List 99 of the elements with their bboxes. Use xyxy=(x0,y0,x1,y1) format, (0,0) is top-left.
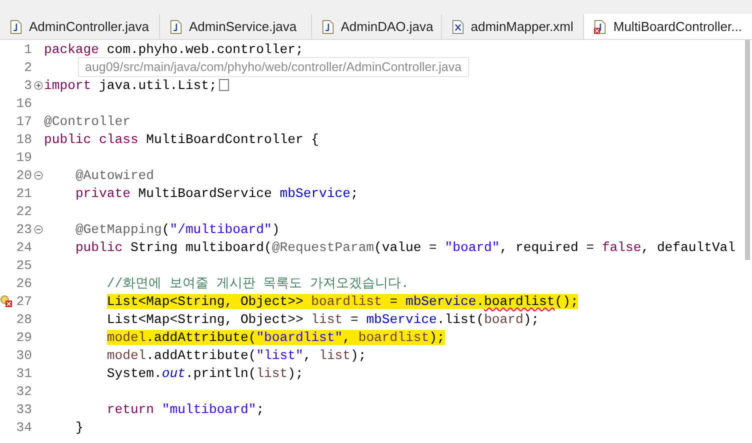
annotation: @Controller xyxy=(44,114,130,128)
annotation: @GetMapping xyxy=(75,222,162,236)
editor-tab[interactable]: MultiBoardController... xyxy=(584,14,752,39)
code-token: , required = xyxy=(500,240,596,254)
line-number: 28 xyxy=(15,312,32,326)
code-token: ; xyxy=(350,186,358,200)
editor-tab[interactable]: AdminController.java xyxy=(0,14,160,39)
line-number: 32 xyxy=(15,384,32,398)
code-comment: //화면에 보여줄 게시판 목록도 가져오겠습니다. xyxy=(106,275,409,292)
keyword: import xyxy=(44,78,92,92)
line-number: 25 xyxy=(15,258,32,272)
keyword: false xyxy=(602,240,642,254)
code-token: = xyxy=(349,312,360,326)
scrollbar[interactable] xyxy=(745,40,750,260)
code-token: , xyxy=(342,330,358,344)
code-token: model xyxy=(106,348,146,362)
code-token: out xyxy=(162,366,186,380)
code-token: List<Map<String, Object>> xyxy=(106,294,312,308)
java-file-icon xyxy=(170,20,182,34)
code-token: } xyxy=(75,420,84,434)
code-token: ( xyxy=(162,222,170,236)
collapse-icon[interactable] xyxy=(34,170,42,180)
code-token: .list( xyxy=(436,312,484,326)
code-token: ; xyxy=(256,402,264,416)
keyword: class xyxy=(98,132,138,146)
code-token: boardlist xyxy=(311,294,382,308)
code-token: ); xyxy=(288,366,304,380)
code-token: mbService xyxy=(366,312,437,326)
code-token: (); xyxy=(554,294,578,308)
line-number: 17 xyxy=(15,114,32,128)
code-token: .addAttribute( xyxy=(146,348,256,362)
keyword: public xyxy=(75,240,123,254)
line-number: 19 xyxy=(15,150,32,164)
line-number: 26 xyxy=(15,276,32,290)
line-number: 27 xyxy=(15,294,32,308)
keyword: return xyxy=(106,402,154,416)
code-token: String multiboard( xyxy=(129,240,272,254)
code-token: MultiBoardController { xyxy=(145,132,320,146)
code-token: , defaultVal xyxy=(641,240,736,254)
code-token: ); xyxy=(350,348,366,362)
code-token: MultiBoardService xyxy=(137,186,273,200)
java-file-icon xyxy=(594,20,606,34)
code-token: model xyxy=(106,330,146,344)
code-token: mbService xyxy=(405,294,476,308)
line-number: 2 xyxy=(23,60,32,74)
line-number: 1 xyxy=(23,42,32,56)
collapse-icon[interactable] xyxy=(34,224,42,234)
string-literal: "list" xyxy=(256,348,304,362)
code-token: list xyxy=(311,312,343,326)
code-token: boardlist xyxy=(358,330,430,344)
annotation: @Autowired xyxy=(75,168,154,182)
code-token: ); xyxy=(429,330,445,344)
code-token: ); xyxy=(523,312,540,326)
folded-code-icon[interactable] xyxy=(218,79,229,91)
code-token: (value = xyxy=(374,240,438,254)
line-number: 33 xyxy=(15,402,32,416)
editor-tab[interactable]: AdminDAO.java xyxy=(312,14,442,39)
code-token: com.phyho.web.controller; xyxy=(106,42,304,56)
line-number: 18 xyxy=(15,132,32,146)
line-number: 23 xyxy=(15,222,32,236)
line-number: 29 xyxy=(15,330,32,344)
code-token: list xyxy=(256,366,288,380)
code-token: ) xyxy=(272,222,280,236)
line-number: 24 xyxy=(15,240,32,254)
code-token: List<Map<String, Object>> xyxy=(106,312,304,326)
error-warning-icon[interactable] xyxy=(0,294,13,308)
code-token: board xyxy=(484,312,524,326)
code-token: . xyxy=(476,294,484,308)
keyword: package xyxy=(44,42,100,56)
editor-tab[interactable]: AdminService.java xyxy=(160,14,312,39)
line-number: 34 xyxy=(15,420,32,434)
xml-file-icon xyxy=(452,20,464,34)
string-literal: "board" xyxy=(444,240,500,254)
code-token: System. xyxy=(106,366,162,380)
keyword: private xyxy=(75,186,130,200)
expand-icon[interactable] xyxy=(34,80,42,90)
line-number: 20 xyxy=(15,168,32,182)
string-literal: "multiboard" xyxy=(160,402,256,416)
file-path-tooltip: aug09/src/main/java/com/phyho/web/controller/AdminController.java xyxy=(78,57,469,77)
code-token: java.util.List; xyxy=(98,78,217,92)
line-number: 21 xyxy=(15,186,32,200)
code-token: = xyxy=(382,294,406,308)
line-number: 31 xyxy=(15,366,32,380)
code-token: .addAttribute( xyxy=(146,330,256,344)
code-token: .println( xyxy=(185,366,256,380)
line-number: 30 xyxy=(15,348,32,362)
code-token: , xyxy=(303,348,312,362)
string-literal: "boardlist" xyxy=(256,330,343,344)
string-literal: "/multiboard" xyxy=(170,222,272,236)
code-token: list xyxy=(319,348,350,362)
code-token: mbService xyxy=(280,186,350,200)
java-file-icon xyxy=(10,20,22,34)
java-file-icon xyxy=(322,20,334,34)
keyword: public xyxy=(44,132,92,146)
line-number: 22 xyxy=(15,204,32,218)
line-number: 16 xyxy=(15,96,32,110)
line-number: 3 xyxy=(23,78,32,92)
annotation: @RequestParam xyxy=(272,240,374,254)
code-token: boardlist xyxy=(484,294,555,308)
